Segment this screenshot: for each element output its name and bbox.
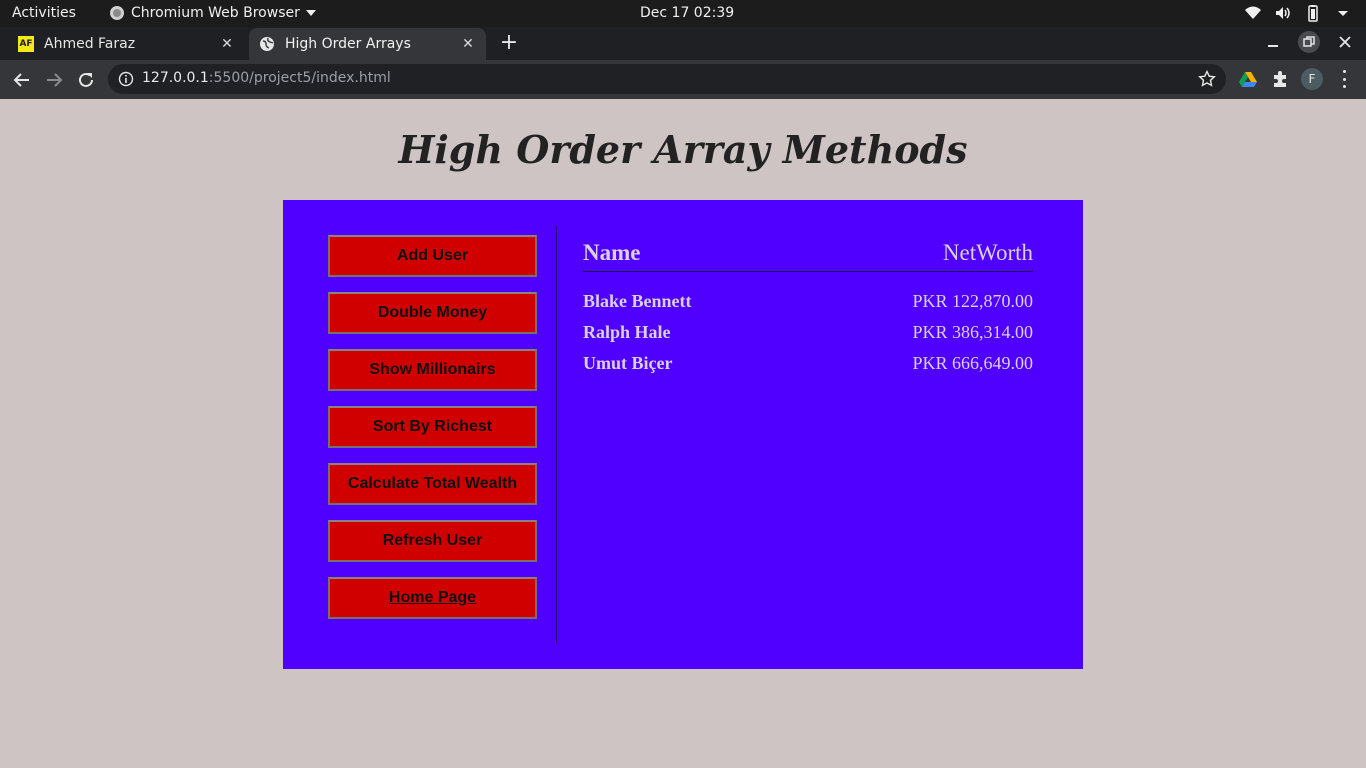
close-window-button[interactable] (1334, 31, 1356, 53)
window-controls (1262, 31, 1356, 53)
user-networth: PKR 386,314.00 (912, 322, 1033, 342)
tab-strip: AF Ahmed Faraz ✕ High Order Arrays ✕ + (0, 27, 1366, 60)
action-buttons: Add User Double Money Show Millionairs S… (328, 235, 537, 634)
back-button[interactable] (10, 68, 34, 92)
tab-title: Ahmed Faraz (44, 36, 136, 52)
close-icon (1339, 36, 1351, 48)
arrow-right-icon (47, 73, 63, 87)
minimize-icon (1268, 45, 1278, 47)
user-name: Blake Bennett (583, 291, 692, 311)
app-menu[interactable]: Chromium Web Browser (110, 5, 316, 21)
table-row: Ralph Hale PKR 386,314.00 (583, 322, 1033, 353)
url-text: 127.0.0.1:5500/project5/index.html (142, 70, 391, 86)
activities-button[interactable]: Activities (12, 5, 76, 21)
header-name: Name (583, 239, 641, 265)
web-page: High Order Array Methods Add User Double… (0, 99, 1366, 768)
app-panel: Add User Double Money Show Millionairs S… (283, 200, 1083, 669)
chevron-down-icon (1338, 11, 1348, 16)
table-body: Blake Bennett PKR 122,870.00 Ralph Hale … (583, 291, 1033, 384)
user-name: Umut Biçer (583, 353, 673, 373)
restore-icon (1303, 36, 1315, 47)
user-name: Ralph Hale (583, 322, 671, 342)
refresh-user-button[interactable]: Refresh User (328, 520, 537, 562)
globe-icon (260, 37, 274, 51)
page-title: High Order Array Methods (398, 127, 968, 172)
header-networth: NetWorth (942, 239, 1033, 265)
close-icon[interactable]: ✕ (219, 36, 235, 52)
system-tray[interactable] (1244, 4, 1352, 22)
user-networth: PKR 122,870.00 (912, 291, 1033, 311)
reload-icon (79, 72, 93, 87)
minimize-button[interactable] (1262, 31, 1284, 53)
user-networth: PKR 666,649.00 (912, 353, 1033, 373)
show-millionaires-button[interactable]: Show Millionairs (328, 349, 537, 391)
tab-high-order-arrays[interactable]: High Order Arrays ✕ (249, 28, 486, 60)
tab-ahmed-faraz[interactable]: AF Ahmed Faraz ✕ (8, 28, 245, 60)
address-bar[interactable]: 127.0.0.1:5500/project5/index.html (108, 64, 1226, 94)
restore-button[interactable] (1298, 31, 1320, 53)
puzzle-icon[interactable] (1270, 69, 1290, 89)
forward-button[interactable] (42, 68, 66, 92)
system-top-bar: Activities Chromium Web Browser Dec 17 0… (0, 0, 1366, 27)
arrow-left-icon (13, 73, 29, 87)
profile-avatar[interactable]: F (1301, 68, 1323, 90)
tab-title: High Order Arrays (285, 36, 411, 52)
browser-toolbar: 127.0.0.1:5500/project5/index.html F (0, 60, 1366, 99)
home-page-link[interactable]: Home Page (328, 577, 537, 619)
volume-icon (1276, 7, 1290, 19)
table-row: Umut Biçer PKR 666,649.00 (583, 353, 1033, 384)
chevron-down-icon (305, 10, 316, 16)
star-icon[interactable] (1198, 70, 1216, 88)
wifi-icon (1245, 6, 1261, 19)
new-tab-button[interactable]: + (498, 32, 520, 55)
url-path: :5500/project5/index.html (208, 70, 391, 86)
google-drive-icon[interactable] (1238, 69, 1258, 89)
users-table: Name NetWorth Blake Bennett PKR 122,870.… (583, 234, 1033, 384)
battery-icon (1308, 5, 1318, 22)
double-money-button[interactable]: Double Money (328, 292, 537, 334)
reload-button[interactable] (74, 68, 98, 92)
tab-favicon: AF (18, 36, 34, 52)
add-user-button[interactable]: Add User (328, 235, 537, 277)
table-header: Name NetWorth (583, 234, 1033, 272)
info-icon[interactable] (118, 71, 134, 87)
close-icon[interactable]: ✕ (460, 36, 476, 52)
menu-icon[interactable] (1336, 70, 1352, 88)
column-divider (556, 226, 557, 643)
url-host: 127.0.0.1 (142, 70, 209, 86)
app-menu-label: Chromium Web Browser (131, 5, 300, 21)
calculate-total-wealth-button[interactable]: Calculate Total Wealth (328, 463, 537, 505)
clock[interactable]: Dec 17 02:39 (640, 5, 734, 21)
table-row: Blake Bennett PKR 122,870.00 (583, 291, 1033, 322)
chromium-icon (110, 6, 124, 20)
sort-by-richest-button[interactable]: Sort By Richest (328, 406, 537, 448)
